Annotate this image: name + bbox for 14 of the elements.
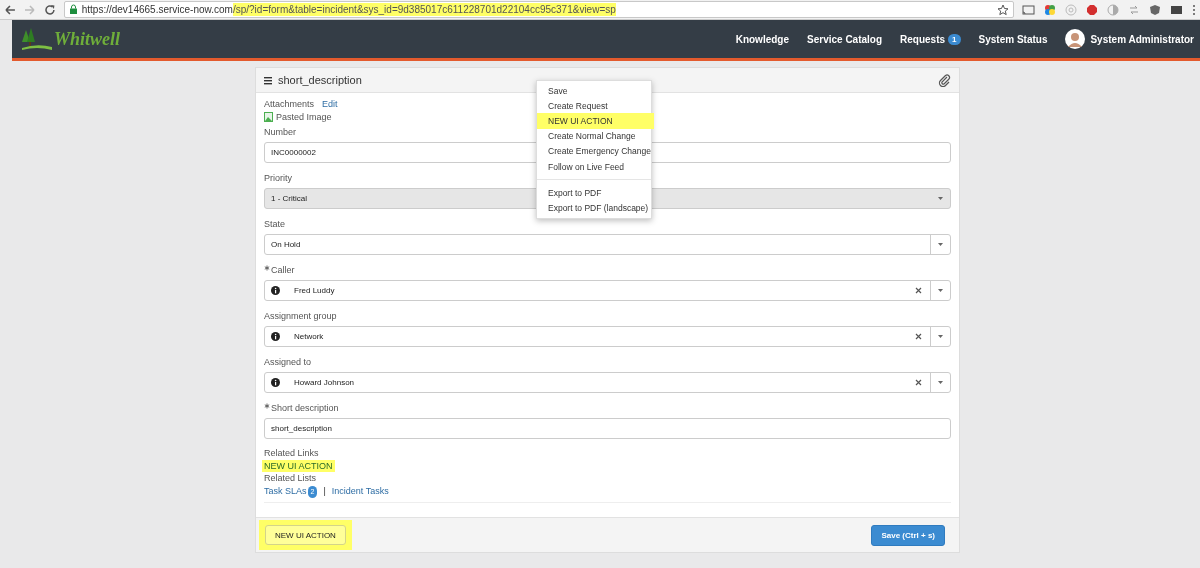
field-label: Short description [271, 403, 339, 413]
field-label: Assignment group [264, 311, 337, 321]
field-label: State [264, 219, 285, 229]
form-title: short_description [278, 74, 363, 86]
field-label: Caller [271, 265, 295, 275]
field-label: Attachments [264, 99, 315, 109]
section-label: Related Lists [264, 472, 318, 485]
section-label: Related Links [264, 447, 320, 460]
field-label: Priority [264, 173, 292, 183]
logo-text: Whitwell [54, 28, 120, 50]
separator: | [323, 485, 326, 498]
count-badge: 1 [948, 33, 961, 45]
field-label: Assigned to [264, 357, 312, 367]
field-label: Number [264, 127, 296, 137]
